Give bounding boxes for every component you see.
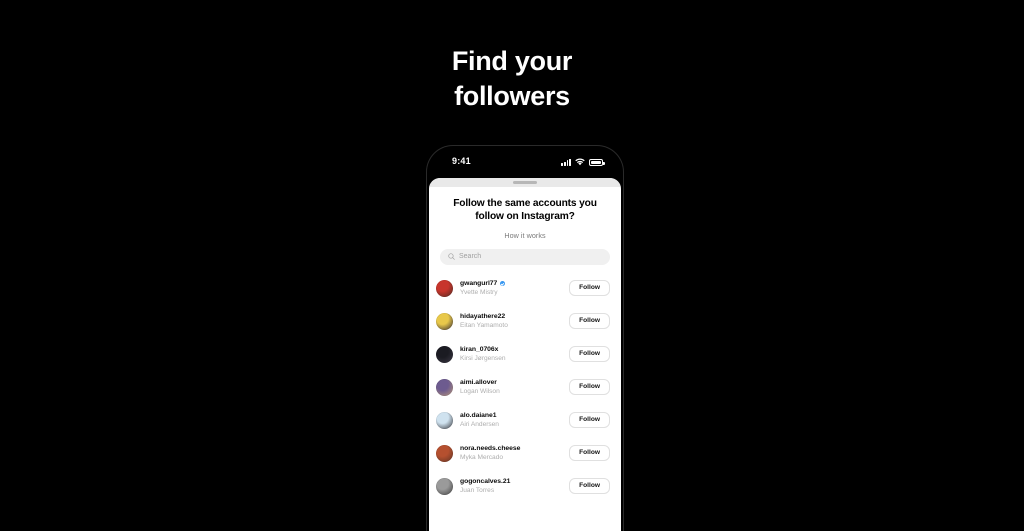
- avatar[interactable]: [436, 378, 453, 396]
- follow-button[interactable]: Follow: [569, 478, 610, 494]
- list-item[interactable]: aimi.allover Logan Wilson Follow: [429, 371, 621, 404]
- page-title-line-2: followers: [454, 80, 570, 111]
- page-title-line-1: Find your: [451, 46, 573, 76]
- account-username: kiran_0706x: [460, 346, 569, 353]
- account-meta: kiran_0706x Kirsi Jørgensen: [460, 346, 569, 362]
- list-item[interactable]: hidayathere22 Eitan Yamamoto Follow: [429, 305, 621, 338]
- search-icon: [448, 253, 455, 260]
- account-username: gogoncalves.21: [460, 478, 569, 485]
- phone-mockup: 9:41 Follow the same accounts you follow…: [427, 146, 623, 531]
- follow-accounts-sheet: Follow the same accounts you follow on I…: [429, 178, 621, 531]
- account-fullname: Kirsi Jørgensen: [460, 354, 506, 362]
- screenshot-stage: Find your followers 9:41 Follow the same…: [0, 0, 1024, 531]
- follow-button[interactable]: Follow: [569, 346, 610, 362]
- account-meta: aimi.allover Logan Wilson: [460, 379, 569, 395]
- cellular-bars-icon: [561, 158, 571, 166]
- avatar[interactable]: [436, 411, 453, 429]
- wifi-icon: [575, 158, 585, 166]
- account-username: nora.needs.cheese: [460, 445, 569, 452]
- sheet-header: Follow the same accounts you follow on I…: [429, 187, 621, 240]
- list-item[interactable]: alo.daiane1 Airi Andersen Follow: [429, 404, 621, 437]
- search-container: Search: [429, 240, 621, 265]
- avatar[interactable]: [436, 279, 453, 297]
- follow-button[interactable]: Follow: [569, 313, 610, 329]
- account-fullname: Airi Andersen: [460, 420, 499, 428]
- page-title: Find your followers: [0, 44, 1024, 113]
- account-username-text: alo.daiane1: [460, 412, 497, 420]
- sheet-grabber-strip[interactable]: [429, 178, 621, 187]
- verified-badge-icon: [499, 281, 505, 287]
- avatar[interactable]: [436, 345, 453, 363]
- battery-icon: [589, 159, 605, 166]
- account-username: alo.daiane1: [460, 412, 569, 419]
- account-meta: gogoncalves.21 Juan Torres: [460, 478, 569, 494]
- avatar[interactable]: [436, 444, 453, 462]
- list-item[interactable]: kiran_0706x Kirsi Jørgensen Follow: [429, 338, 621, 371]
- how-it-works-link[interactable]: How it works: [443, 231, 607, 240]
- account-meta: gwangurl77 Yvette Mistry: [460, 280, 569, 296]
- account-fullname: Logan Wilson: [460, 387, 500, 395]
- account-meta: nora.needs.cheese Myka Mercado: [460, 445, 569, 461]
- account-username-text: kiran_0706x: [460, 346, 499, 354]
- search-input[interactable]: Search: [440, 248, 610, 265]
- status-bar: 9:41: [429, 148, 621, 178]
- account-username: gwangurl77: [460, 280, 569, 287]
- account-meta: alo.daiane1 Airi Andersen: [460, 412, 569, 428]
- account-fullname: Myka Mercado: [460, 453, 503, 461]
- follow-button[interactable]: Follow: [569, 445, 610, 461]
- suggested-accounts-list[interactable]: gwangurl77 Yvette Mistry Follow hidayathere…: [429, 272, 621, 503]
- account-fullname: Eitan Yamamoto: [460, 321, 508, 329]
- sheet-grabber[interactable]: [513, 181, 537, 184]
- avatar[interactable]: [436, 312, 453, 330]
- account-username-text: nora.needs.cheese: [460, 445, 521, 453]
- follow-button[interactable]: Follow: [569, 280, 610, 296]
- sheet-title: Follow the same accounts you follow on I…: [453, 198, 597, 223]
- status-bar-clock: 9:41: [452, 156, 471, 166]
- phone-screen: 9:41 Follow the same accounts you follow…: [429, 148, 621, 531]
- avatar[interactable]: [436, 477, 453, 495]
- list-item[interactable]: gogoncalves.21 Juan Torres Follow: [429, 470, 621, 503]
- account-fullname: Juan Torres: [460, 486, 495, 494]
- list-item[interactable]: nora.needs.cheese Myka Mercado Follow: [429, 437, 621, 470]
- status-bar-icons: [561, 157, 605, 166]
- follow-button[interactable]: Follow: [569, 379, 610, 395]
- account-username: aimi.allover: [460, 379, 569, 386]
- list-item[interactable]: gwangurl77 Yvette Mistry Follow: [429, 272, 621, 305]
- account-username-text: aimi.allover: [460, 379, 497, 387]
- account-username-text: gogoncalves.21: [460, 478, 511, 486]
- follow-button[interactable]: Follow: [569, 412, 610, 428]
- account-username: hidayathere22: [460, 313, 569, 320]
- account-meta: hidayathere22 Eitan Yamamoto: [460, 313, 569, 329]
- account-username-text: hidayathere22: [460, 313, 506, 321]
- search-placeholder: Search: [459, 253, 482, 260]
- account-fullname: Yvette Mistry: [460, 288, 498, 296]
- account-username-text: gwangurl77: [460, 280, 498, 288]
